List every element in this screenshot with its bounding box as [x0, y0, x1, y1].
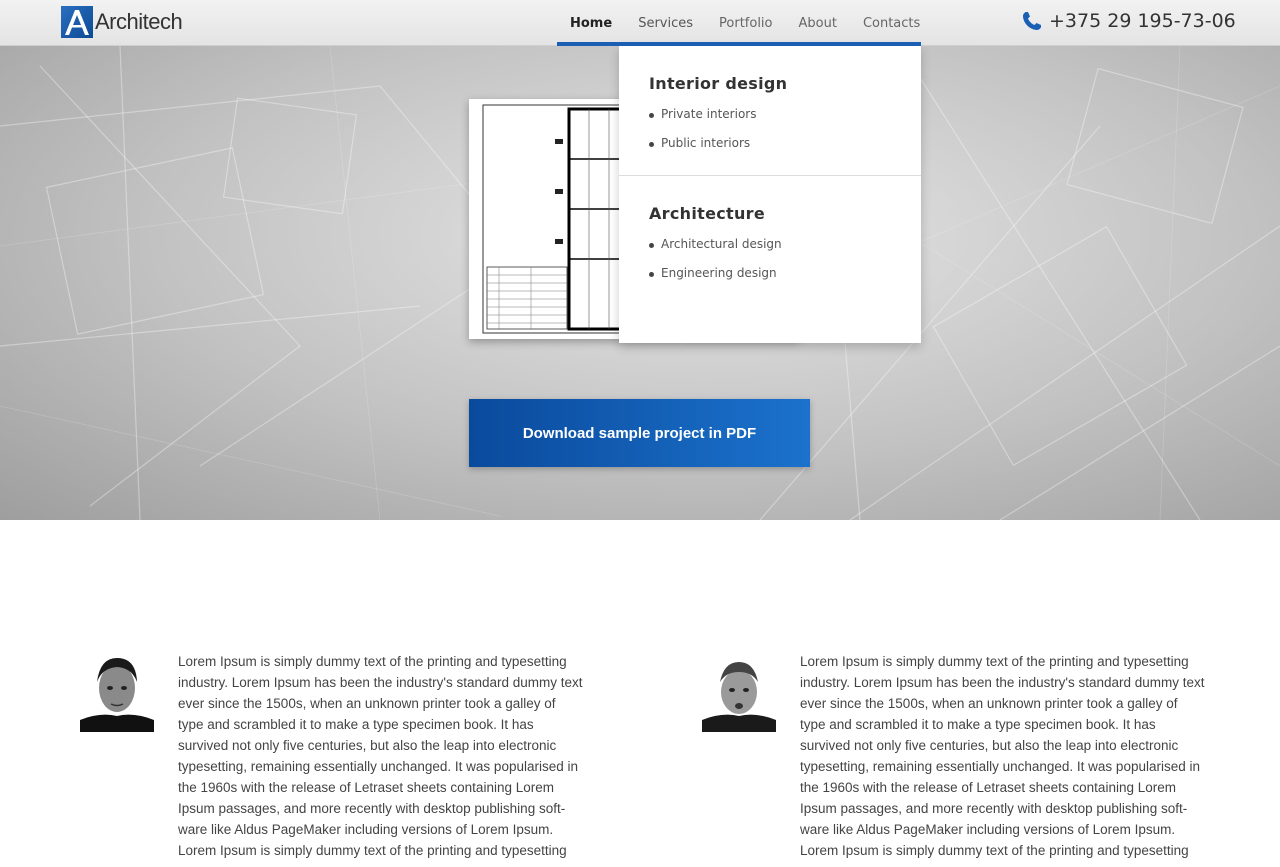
dropdown-section-architecture: Architecture Architectural design Engine…: [619, 175, 921, 295]
nav-portfolio[interactable]: Portfolio: [706, 0, 785, 46]
phone-icon: [1023, 12, 1041, 30]
download-pdf-button[interactable]: Download sample project in PDF: [469, 399, 810, 467]
testimonial-1: Lorem Ipsum is simply dummy text of the …: [80, 652, 584, 861]
bullet-icon: [649, 113, 654, 118]
bullet-icon: [649, 243, 654, 248]
services-dropdown: Interior design Private interiors Public…: [619, 46, 921, 343]
testimonial-text: Lorem Ipsum is simply dummy text of the …: [800, 654, 1205, 858]
main-nav: Home Services Portfolio About Contacts: [557, 0, 933, 46]
dropdown-item-public-interiors[interactable]: Public interiors: [649, 136, 891, 165]
logo[interactable]: Architech: [61, 6, 183, 38]
phone-contact[interactable]: +375 29 195-73-06: [1022, 10, 1236, 32]
logo-text: Architech: [95, 9, 183, 34]
nav-active-indicator: [557, 42, 921, 46]
nav-services[interactable]: Services: [625, 0, 706, 46]
dropdown-title-interior[interactable]: Interior design: [649, 74, 891, 93]
avatar: [80, 652, 154, 732]
dropdown-title-architecture[interactable]: Architecture: [649, 204, 891, 223]
dropdown-section-interior: Interior design Private interiors Public…: [619, 46, 921, 165]
nav-contacts[interactable]: Contacts: [850, 0, 933, 46]
bullet-icon: [649, 272, 654, 277]
site-header: Architech Home Services Portfolio About …: [0, 0, 1280, 46]
nav-about[interactable]: About: [786, 0, 850, 46]
logo-icon: [61, 6, 93, 38]
avatar: [702, 652, 776, 732]
bullet-icon: [649, 142, 654, 147]
dropdown-item-architectural-design[interactable]: Architectural design: [649, 237, 891, 266]
testimonial-2: Lorem Ipsum is simply dummy text of the …: [702, 652, 1206, 861]
testimonial-text: Lorem Ipsum is simply dummy text of the …: [178, 654, 583, 858]
nav-home[interactable]: Home: [557, 0, 625, 46]
phone-number: +375 29 195-73-06: [1049, 10, 1236, 32]
dropdown-item-engineering-design[interactable]: Engineering design: [649, 266, 891, 295]
dropdown-item-private-interiors[interactable]: Private interiors: [649, 107, 891, 136]
